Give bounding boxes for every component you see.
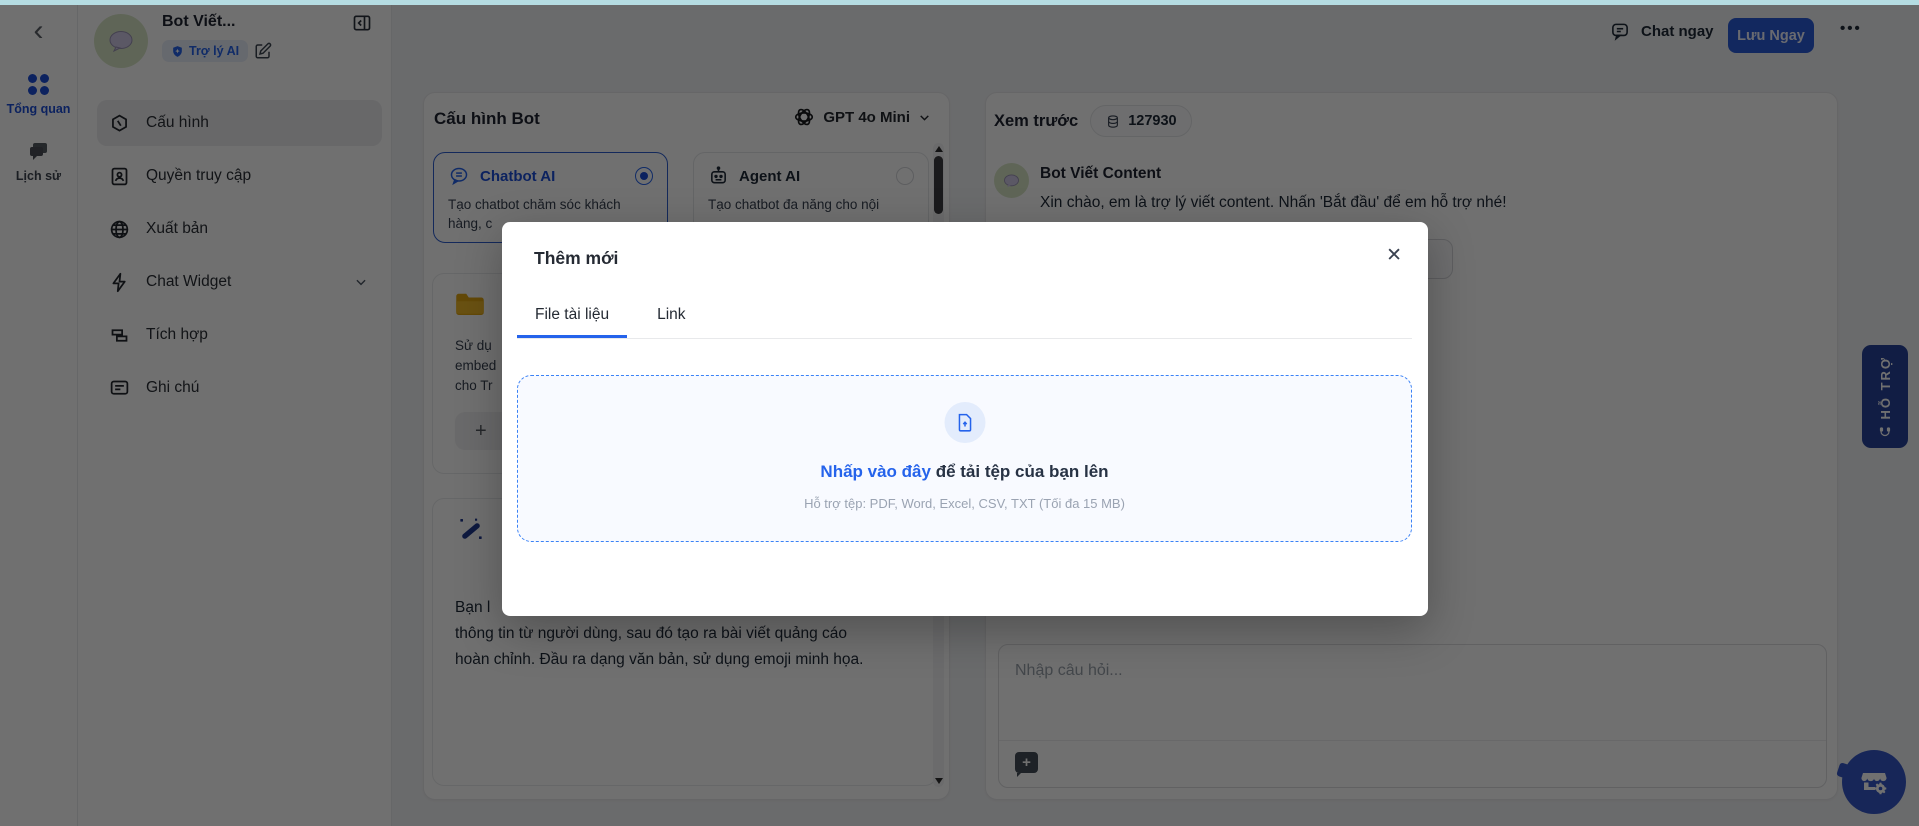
modal-title: Thêm mới (534, 248, 618, 269)
close-icon[interactable]: ✕ (1386, 244, 1402, 268)
add-new-modal: Thêm mới ✕ File tài liệu Link Nhấp vào đ… (502, 222, 1428, 616)
browser-top-strip (0, 0, 1919, 5)
app-root: ‹ Tổng quan Lịch sử Bot Viết... Trợ lý A… (0, 0, 1919, 826)
modal-tabs: File tài liệu Link (517, 306, 1412, 339)
tab-file-tai-lieu[interactable]: File tài liệu (517, 306, 627, 338)
file-upload-dropzone[interactable]: Nhấp vào đây để tải tệp của bạn lên Hỗ t… (517, 375, 1412, 542)
tab-link[interactable]: Link (639, 306, 703, 338)
upload-hint: Hỗ trợ tệp: PDF, Word, Excel, CSV, TXT (… (518, 496, 1411, 511)
upload-file-icon (944, 402, 985, 443)
upload-cta: Nhấp vào đây để tải tệp của bạn lên (518, 462, 1411, 482)
